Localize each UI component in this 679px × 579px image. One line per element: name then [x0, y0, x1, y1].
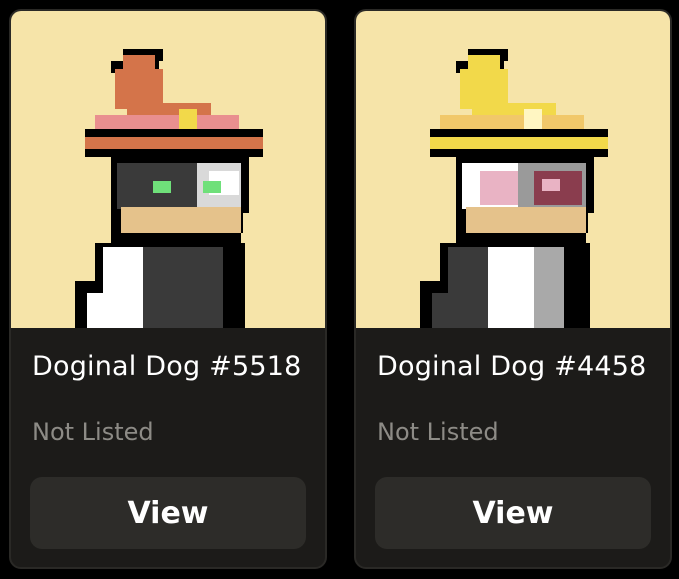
listing-status: Not Listed — [32, 418, 154, 446]
doginal-dog-4458-artwork — [420, 49, 608, 328]
dog-body — [420, 243, 590, 328]
dog-body — [75, 243, 245, 328]
nft-card-grid: Doginal Dog #5518 Not Listed View Dogina… — [0, 0, 679, 579]
nft-image[interactable] — [11, 11, 325, 328]
nft-title: Doginal Dog #4458 — [377, 351, 647, 382]
doginal-dog-5518-artwork — [75, 49, 263, 328]
nft-card[interactable]: Doginal Dog #4458 Not Listed View — [354, 9, 672, 569]
nft-title: Doginal Dog #5518 — [32, 351, 302, 382]
wizard-hat — [85, 49, 263, 157]
view-button[interactable]: View — [375, 477, 651, 549]
dog-head — [111, 157, 249, 243]
view-button[interactable]: View — [30, 477, 306, 549]
wizard-hat — [430, 49, 608, 157]
listing-status: Not Listed — [377, 418, 499, 446]
nft-image[interactable] — [356, 11, 670, 328]
dog-head — [456, 157, 594, 243]
nft-card[interactable]: Doginal Dog #5518 Not Listed View — [9, 9, 327, 569]
